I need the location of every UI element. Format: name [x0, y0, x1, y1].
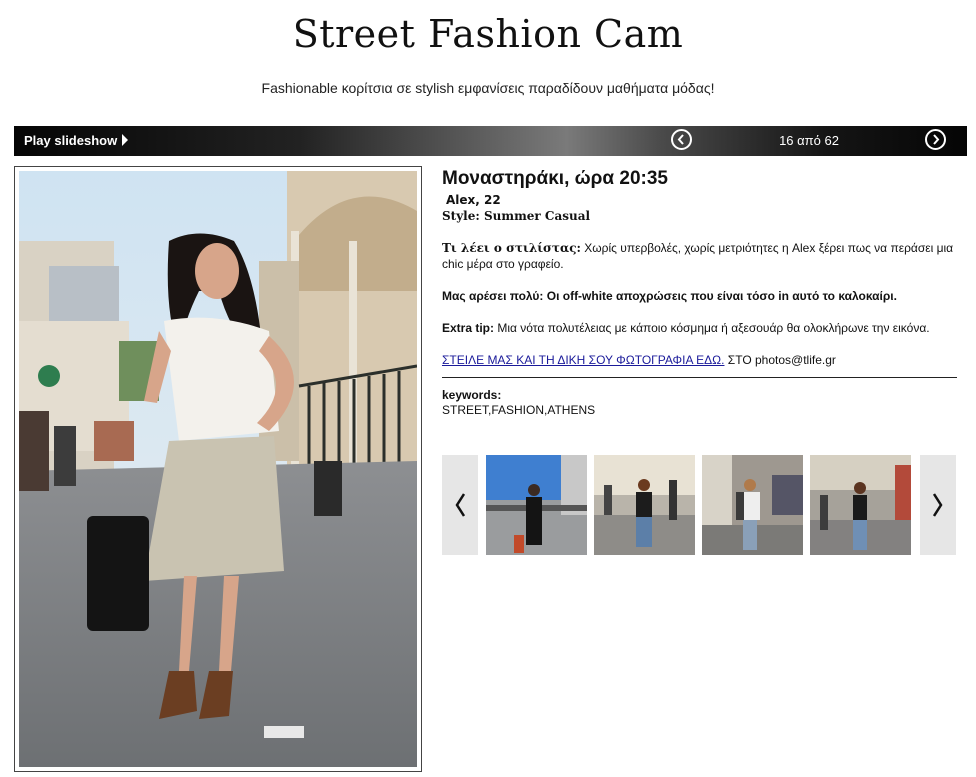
- thumbnail[interactable]: [810, 455, 911, 555]
- keywords-label: keywords:: [442, 388, 502, 402]
- photo-details: Μοναστηράκι, ώρα 20:35 Alex, 22 Style: S…: [442, 168, 957, 418]
- submit-photo-link[interactable]: ΣΤΕΙΛΕ ΜΑΣ ΚΑΙ ΤΗ ΔΙΚΗ ΣΟΥ ΦΩΤΟΓΡΑΦΙΑ ΕΔ…: [442, 353, 724, 367]
- likes-text: Οι off-white αποχρώσεις που είναι τόσο i…: [546, 289, 897, 303]
- next-photo-button[interactable]: [925, 129, 946, 150]
- tip-paragraph: Extra tip: Μια νότα πολυτέλειας με κάποι…: [442, 320, 957, 336]
- photo-counter: 16 από 62: [779, 133, 839, 148]
- play-slideshow-label: Play slideshow: [24, 133, 118, 148]
- thumbnail-image: [486, 455, 587, 555]
- submit-photo-email: ΣΤΟ photos@tlife.gr: [727, 353, 836, 367]
- thumbnail-image: [594, 455, 695, 555]
- style-label: Style:: [442, 209, 480, 223]
- divider: [442, 377, 957, 378]
- chevron-left-icon: [455, 493, 465, 517]
- thumbnail[interactable]: [702, 455, 803, 555]
- slideshow-bar: Play slideshow 16 από 62: [14, 126, 967, 156]
- submit-photo-line: ΣΤΕΙΛΕ ΜΑΣ ΚΑΙ ΤΗ ΔΙΚΗ ΣΟΥ ΦΩΤΟΓΡΑΦΙΑ ΕΔ…: [442, 352, 957, 368]
- play-slideshow-button[interactable]: Play slideshow: [24, 133, 129, 148]
- likes-paragraph: Μας αρέσει πολύ: Οι off-white αποχρώσεις…: [442, 288, 957, 304]
- play-triangle-icon: [122, 134, 129, 146]
- circle-chevron-left-icon: [677, 134, 684, 145]
- tip-label: Extra tip:: [442, 321, 495, 335]
- style-value: Summer Casual: [484, 209, 591, 223]
- subject-name: Alex, 22: [446, 193, 501, 207]
- main-photo-frame: [14, 166, 422, 772]
- tip-text: Μια νότα πολυτέλειας με κάποιο κόσμημα ή…: [497, 321, 930, 335]
- site-title: Street Fashion Cam: [292, 12, 684, 56]
- keywords-value: STREET,FASHION,ATHENS: [442, 403, 596, 417]
- chevron-right-icon: [933, 493, 943, 517]
- photo-title: Μοναστηράκι, ώρα 20:35: [442, 168, 668, 189]
- likes-label: Μας αρέσει πολύ:: [442, 289, 544, 303]
- stylist-paragraph: Τι λέει ο στιλίστας: Χωρίς υπερβολές, χω…: [442, 240, 957, 272]
- main-photo: [19, 171, 417, 767]
- thumbnails-next-button[interactable]: [920, 455, 956, 555]
- thumbnail-strip: [442, 455, 957, 555]
- thumbnails-prev-button[interactable]: [442, 455, 478, 555]
- style-line: Style: Summer Casual: [442, 208, 957, 224]
- thumbnail[interactable]: [486, 455, 587, 555]
- thumbnail-image: [810, 455, 911, 555]
- site-subtitle: Fashionable κορίτσια σε stylish εμφανίσε…: [261, 80, 715, 96]
- circle-chevron-right-icon: [933, 134, 940, 145]
- thumbnail[interactable]: [594, 455, 695, 555]
- thumbnail-image: [702, 455, 803, 555]
- prev-photo-button[interactable]: [671, 129, 692, 150]
- stylist-label: Τι λέει ο στιλίστας:: [442, 241, 581, 255]
